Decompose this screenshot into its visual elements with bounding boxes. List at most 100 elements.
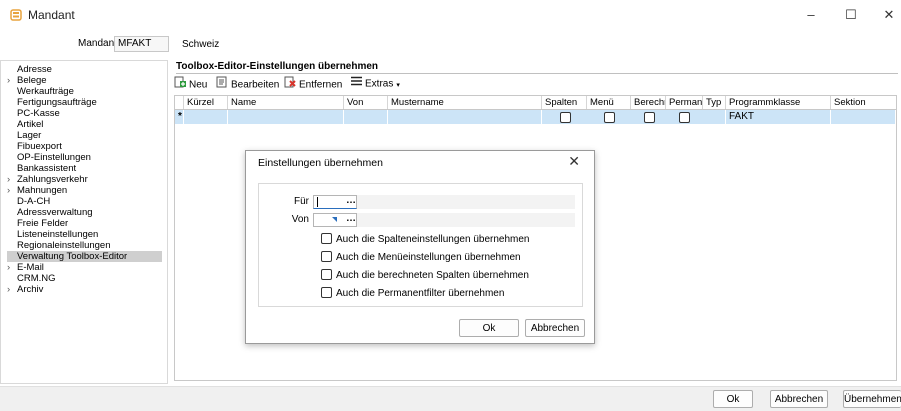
tree-item-werkauftraege[interactable]: Werkaufträge (7, 86, 162, 97)
maximize-button[interactable]: ☐ (836, 6, 866, 24)
tree-item-label: Artikel (17, 119, 44, 130)
ellipsis-button[interactable]: … (344, 196, 358, 210)
tree-item-regionaleinstellungen[interactable]: Regionaleinstellungen (7, 240, 162, 251)
fuer-display (357, 195, 575, 209)
footer-bar: Ok Abbrechen Übernehmen (0, 386, 901, 411)
cell-typ[interactable] (703, 110, 726, 124)
ok-button[interactable]: Ok (713, 390, 753, 408)
tree-item-op-einstellungen[interactable]: OP-Einstellungen (7, 152, 162, 163)
column-header[interactable]: Menü (587, 96, 631, 109)
column-header[interactable]: Mustername (388, 96, 542, 109)
cell-kuerzel[interactable] (184, 110, 228, 124)
cell-mustername[interactable] (388, 110, 542, 124)
chevron-right-icon[interactable]: › (7, 284, 17, 295)
tree-item-label: Belege (17, 75, 47, 86)
tree-item-label: Mahnungen (17, 185, 68, 196)
von-input[interactable]: … (313, 213, 357, 227)
fuer-label: Für (294, 196, 309, 207)
cancel-button[interactable]: Abbrechen (770, 390, 828, 408)
column-header[interactable]: Typ (703, 96, 726, 109)
extras-menu[interactable]: Extras ▾ (351, 76, 400, 92)
apply-button[interactable]: Übernehmen (843, 390, 901, 408)
tree-item-label: Listeneinstellungen (17, 229, 99, 240)
von-display (357, 213, 575, 227)
checkbox-box[interactable] (321, 251, 332, 262)
checkbox-label: Auch die Permanentfilter übernehmen (336, 288, 505, 300)
tree-item-zahlungsverkehr[interactable]: › Zahlungsverkehr (7, 174, 162, 185)
cell-von[interactable] (344, 110, 388, 124)
tree-item-label: E-Mail (17, 262, 44, 273)
remove-button[interactable]: Entfernen (284, 76, 342, 92)
checkbox-spalten[interactable] (560, 112, 571, 123)
checkbox-permanent[interactable] (679, 112, 690, 123)
new-button[interactable]: Neu (174, 76, 207, 92)
tree-item-listeneinstellungen[interactable]: Listeneinstellungen (7, 229, 162, 240)
tree-item-crm-ng[interactable]: CRM.NG (7, 273, 162, 284)
tree-item-belege[interactable]: › Belege (7, 75, 162, 86)
column-header[interactable]: Berechn (631, 96, 666, 109)
tree-item-archiv[interactable]: › Archiv (7, 284, 162, 295)
tree-item-verwaltung-toolbox-editor[interactable]: Verwaltung Toolbox-Editor (7, 251, 162, 262)
tree-item-adressverwaltung[interactable]: Adressverwaltung (7, 207, 162, 218)
checkbox-menue[interactable] (604, 112, 615, 123)
toolbar: Neu Bearbeiten Entfernen Extras ▾ (174, 76, 774, 92)
checkbox-box[interactable] (321, 287, 332, 298)
tree-item-adresse[interactable]: Adresse (7, 64, 162, 75)
cell-programmklasse[interactable]: FAKT (726, 110, 831, 124)
chevron-right-icon[interactable]: › (7, 174, 17, 185)
text-cursor (317, 197, 318, 207)
column-header[interactable]: Name (228, 96, 344, 109)
tree-item-e-mail[interactable]: › E-Mail (7, 262, 162, 273)
tree-item-freie-felder[interactable]: Freie Felder (7, 218, 162, 229)
column-header[interactable]: Programmklasse (726, 96, 831, 109)
checkbox-berechnet[interactable] (644, 112, 655, 123)
settings-tree: Adresse › Belege Werkaufträge Fertigungsa… (0, 60, 168, 384)
edit-button[interactable]: Bearbeiten (216, 76, 279, 92)
checkbox-spalteneinstellungen[interactable]: Auch die Spalteneinstellungen übernehmen (321, 233, 530, 246)
checkbox-permanentfilter[interactable]: Auch die Permanentfilter übernehmen (321, 287, 505, 300)
cell-sektion[interactable] (831, 110, 896, 124)
cell-name[interactable] (228, 110, 344, 124)
mandant-label: Mandant (78, 38, 117, 49)
ellipsis-button[interactable]: … (344, 214, 358, 228)
close-button[interactable]: ✕ (874, 6, 901, 24)
tree-item-bankassistent[interactable]: Bankassistent (7, 163, 162, 174)
chevron-right-icon[interactable]: › (7, 185, 17, 196)
column-header[interactable]: Spalten (542, 96, 587, 109)
tree-item-label: Regionaleinstellungen (17, 240, 111, 251)
tree-item-label: Fertigungsaufträge (17, 97, 97, 108)
tree-item-artikel[interactable]: Artikel (7, 119, 162, 130)
delete-icon (284, 76, 296, 94)
dialog-cancel-button[interactable]: Abbrechen (525, 319, 585, 337)
close-icon[interactable]: ✕ (568, 153, 580, 170)
tree-item-lager[interactable]: Lager (7, 130, 162, 141)
edit-icon (216, 76, 228, 94)
dropdown-caret-icon: ▾ (396, 81, 400, 89)
tree-item-label: Lager (17, 130, 42, 141)
checkbox-box[interactable] (321, 269, 332, 280)
checkbox-menueeinstellungen[interactable]: Auch die Menüeinstellungen übernehmen (321, 251, 521, 264)
column-header[interactable]: Permane (666, 96, 703, 109)
fuer-input[interactable]: … (313, 195, 357, 209)
tree-item-d-a-ch[interactable]: D-A-CH (7, 196, 162, 207)
checkbox-label: Auch die Menüeinstellungen übernehmen (336, 252, 521, 264)
chevron-right-icon[interactable]: › (7, 262, 17, 273)
checkbox-berechnete-spalten[interactable]: Auch die berechneten Spalten übernehmen (321, 269, 529, 282)
tree-item-pc-kasse[interactable]: PC-Kasse (7, 108, 162, 119)
tree-item-label: Freie Felder (17, 218, 69, 229)
column-header[interactable]: Sektion (831, 96, 896, 109)
tree-item-label: PC-Kasse (17, 108, 60, 119)
column-header[interactable]: Kürzel (184, 96, 228, 109)
hamburger-icon (351, 76, 362, 92)
tree-item-fibuexport[interactable]: Fibuexport (7, 141, 162, 152)
chevron-right-icon[interactable]: › (7, 75, 17, 86)
checkbox-label: Auch die Spalteneinstellungen übernehmen (336, 234, 530, 246)
tree-item-fertigungsauftraege[interactable]: Fertigungsaufträge (7, 97, 162, 108)
apply-settings-dialog: Einstellungen übernehmen ✕ Für … Von … A… (245, 150, 595, 344)
checkbox-box[interactable] (321, 233, 332, 244)
tree-item-mahnungen[interactable]: › Mahnungen (7, 185, 162, 196)
table-row[interactable]: * FAKT (175, 110, 896, 124)
column-header[interactable]: Von (344, 96, 388, 109)
minimize-button[interactable]: – (796, 6, 826, 24)
dialog-ok-button[interactable]: Ok (459, 319, 519, 337)
